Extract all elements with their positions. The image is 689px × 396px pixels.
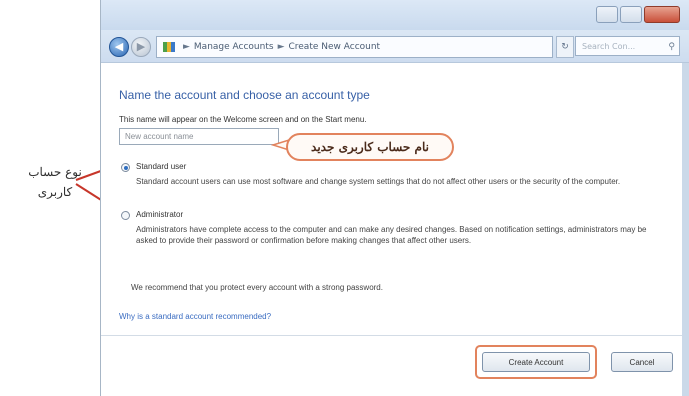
breadcrumb-manage-accounts[interactable]: Manage Accounts: [194, 42, 274, 52]
chevron-right-icon: ►: [183, 42, 190, 52]
back-button[interactable]: ◀: [109, 37, 129, 57]
minimize-button[interactable]: [596, 6, 618, 23]
control-panel-icon: [163, 41, 175, 52]
password-recommendation: We recommend that you protect every acco…: [131, 283, 383, 292]
content-pane: Name the account and choose an account t…: [101, 63, 689, 396]
navigation-bar: ◀ ▶ ► Manage Accounts ► Create New Account …: [101, 30, 689, 63]
address-bar[interactable]: ► Manage Accounts ► Create New Account: [156, 36, 553, 58]
close-button[interactable]: [644, 6, 680, 23]
account-name-input[interactable]: New account name: [119, 128, 279, 145]
chevron-right-icon: ►: [277, 42, 285, 52]
forward-button[interactable]: ▶: [131, 37, 151, 57]
search-placeholder: Search Con...: [582, 42, 636, 51]
option-standard-user-label[interactable]: Standard user: [136, 162, 186, 171]
create-account-button[interactable]: Create Account: [482, 352, 590, 372]
create-account-window: ◀ ▶ ► Manage Accounts ► Create New Account …: [100, 0, 689, 396]
option-administrator-label[interactable]: Administrator: [136, 210, 183, 219]
radio-standard-user[interactable]: [121, 163, 130, 172]
maximize-button[interactable]: [620, 6, 642, 23]
caption-buttons: [596, 6, 680, 23]
footer-divider: [101, 335, 689, 336]
window-frame-right: [682, 63, 689, 396]
standard-account-help-link[interactable]: Why is a standard account recommended?: [119, 312, 271, 321]
refresh-button[interactable]: ↻: [556, 36, 574, 58]
title-bar: [101, 0, 689, 30]
option-administrator-description: Administrators have complete access to t…: [136, 225, 647, 245]
cancel-button[interactable]: Cancel: [611, 352, 673, 372]
breadcrumb-create-account[interactable]: Create New Account: [288, 42, 380, 52]
page-title: Name the account and choose an account t…: [119, 88, 370, 102]
option-standard-user-description: Standard account users can use most soft…: [136, 177, 621, 186]
account-name-placeholder: New account name: [125, 132, 194, 141]
search-input[interactable]: Search Con... ⚲: [575, 36, 680, 56]
search-icon: ⚲: [668, 42, 675, 52]
new-name-annotation: نام حساب کاربری جدید: [286, 133, 454, 161]
page-subtext: This name will appear on the Welcome scr…: [119, 115, 367, 124]
radio-administrator[interactable]: [121, 211, 130, 220]
